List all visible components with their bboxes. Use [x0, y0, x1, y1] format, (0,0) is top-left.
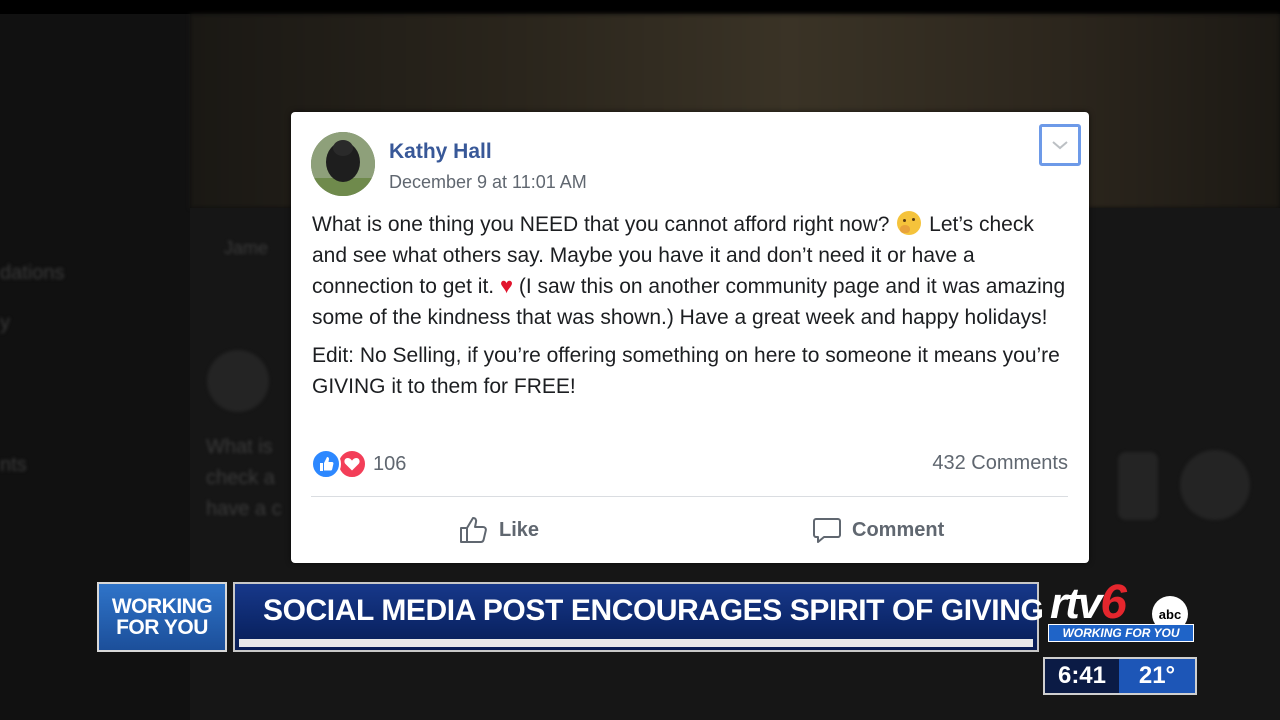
chevron-down-icon — [1052, 141, 1068, 150]
background-ghost-text: What is — [206, 436, 273, 458]
comment-button-label: Comment — [852, 518, 945, 541]
reaction-count: 106 — [373, 452, 407, 475]
background-avatar — [1180, 450, 1250, 520]
background-thumbnail — [1118, 452, 1158, 520]
post-edit-note: Edit: No Selling, if you’re offering som… — [312, 344, 1060, 398]
logo-number: 6 — [1100, 576, 1127, 629]
post-options-button[interactable] — [1039, 124, 1081, 166]
comment-bubble-icon — [813, 518, 841, 543]
background-ghost-text: y — [0, 312, 10, 334]
time-temperature-box: 6:41 21° — [1043, 657, 1197, 695]
background-ghost-text: Jame — [224, 238, 269, 258]
like-button[interactable]: Like — [459, 510, 539, 550]
thinking-face-emoji — [897, 211, 922, 235]
facebook-post-card: Kathy Hall December 9 at 11:01 AM What i… — [291, 112, 1089, 563]
logo-wordmark: rtv6 — [1050, 576, 1127, 629]
temperature: 21° — [1119, 659, 1195, 693]
segment-label-line: FOR YOU — [116, 616, 208, 639]
headline-text: SOCIAL MEDIA POST ENCOURAGES SPIRIT OF G… — [263, 594, 1044, 627]
like-button-label: Like — [499, 518, 540, 541]
comments-count-link[interactable]: 432 Comments — [932, 452, 1068, 475]
segment-label-box: WORKING FOR YOU — [97, 582, 227, 652]
segment-label-line: WORKING — [111, 595, 213, 618]
post-text-segment: What is one thing you NEED that you cann… — [312, 213, 890, 236]
author-name-link[interactable]: Kathy Hall — [389, 140, 492, 164]
logo-prefix: rtv — [1050, 579, 1102, 628]
post-text: What is one thing you NEED that you cann… — [312, 210, 1072, 410]
logo-tagline: WORKING FOR YOU — [1048, 624, 1194, 642]
clock-time: 6:41 — [1045, 659, 1119, 693]
station-logo: rtv6 abc WORKING FOR YOU — [1048, 578, 1198, 646]
heart-icon — [337, 449, 367, 479]
action-divider — [311, 496, 1068, 497]
background-avatar — [207, 350, 269, 412]
reactions-summary[interactable]: 106 — [311, 448, 406, 480]
background-ghost-text: have a c — [206, 498, 282, 520]
thumbs-up-icon — [311, 449, 341, 479]
background-ghost-text: check a — [206, 467, 275, 489]
avatar-photo — [311, 132, 375, 196]
background-top-bar — [0, 0, 1280, 14]
author-avatar[interactable] — [311, 132, 375, 196]
red-heart-emoji: ♥ — [499, 273, 514, 298]
post-timestamp[interactable]: December 9 at 11:01 AM — [389, 172, 587, 193]
background-ghost-text: dations — [0, 262, 65, 284]
thumbs-up-outline-icon — [460, 517, 487, 543]
headline-bar: SOCIAL MEDIA POST ENCOURAGES SPIRIT OF G… — [233, 582, 1044, 652]
background-ghost-text: nts — [0, 454, 27, 476]
post-paragraph: What is one thing you NEED that you cann… — [312, 210, 1072, 333]
comment-button[interactable]: Comment — [812, 510, 944, 550]
